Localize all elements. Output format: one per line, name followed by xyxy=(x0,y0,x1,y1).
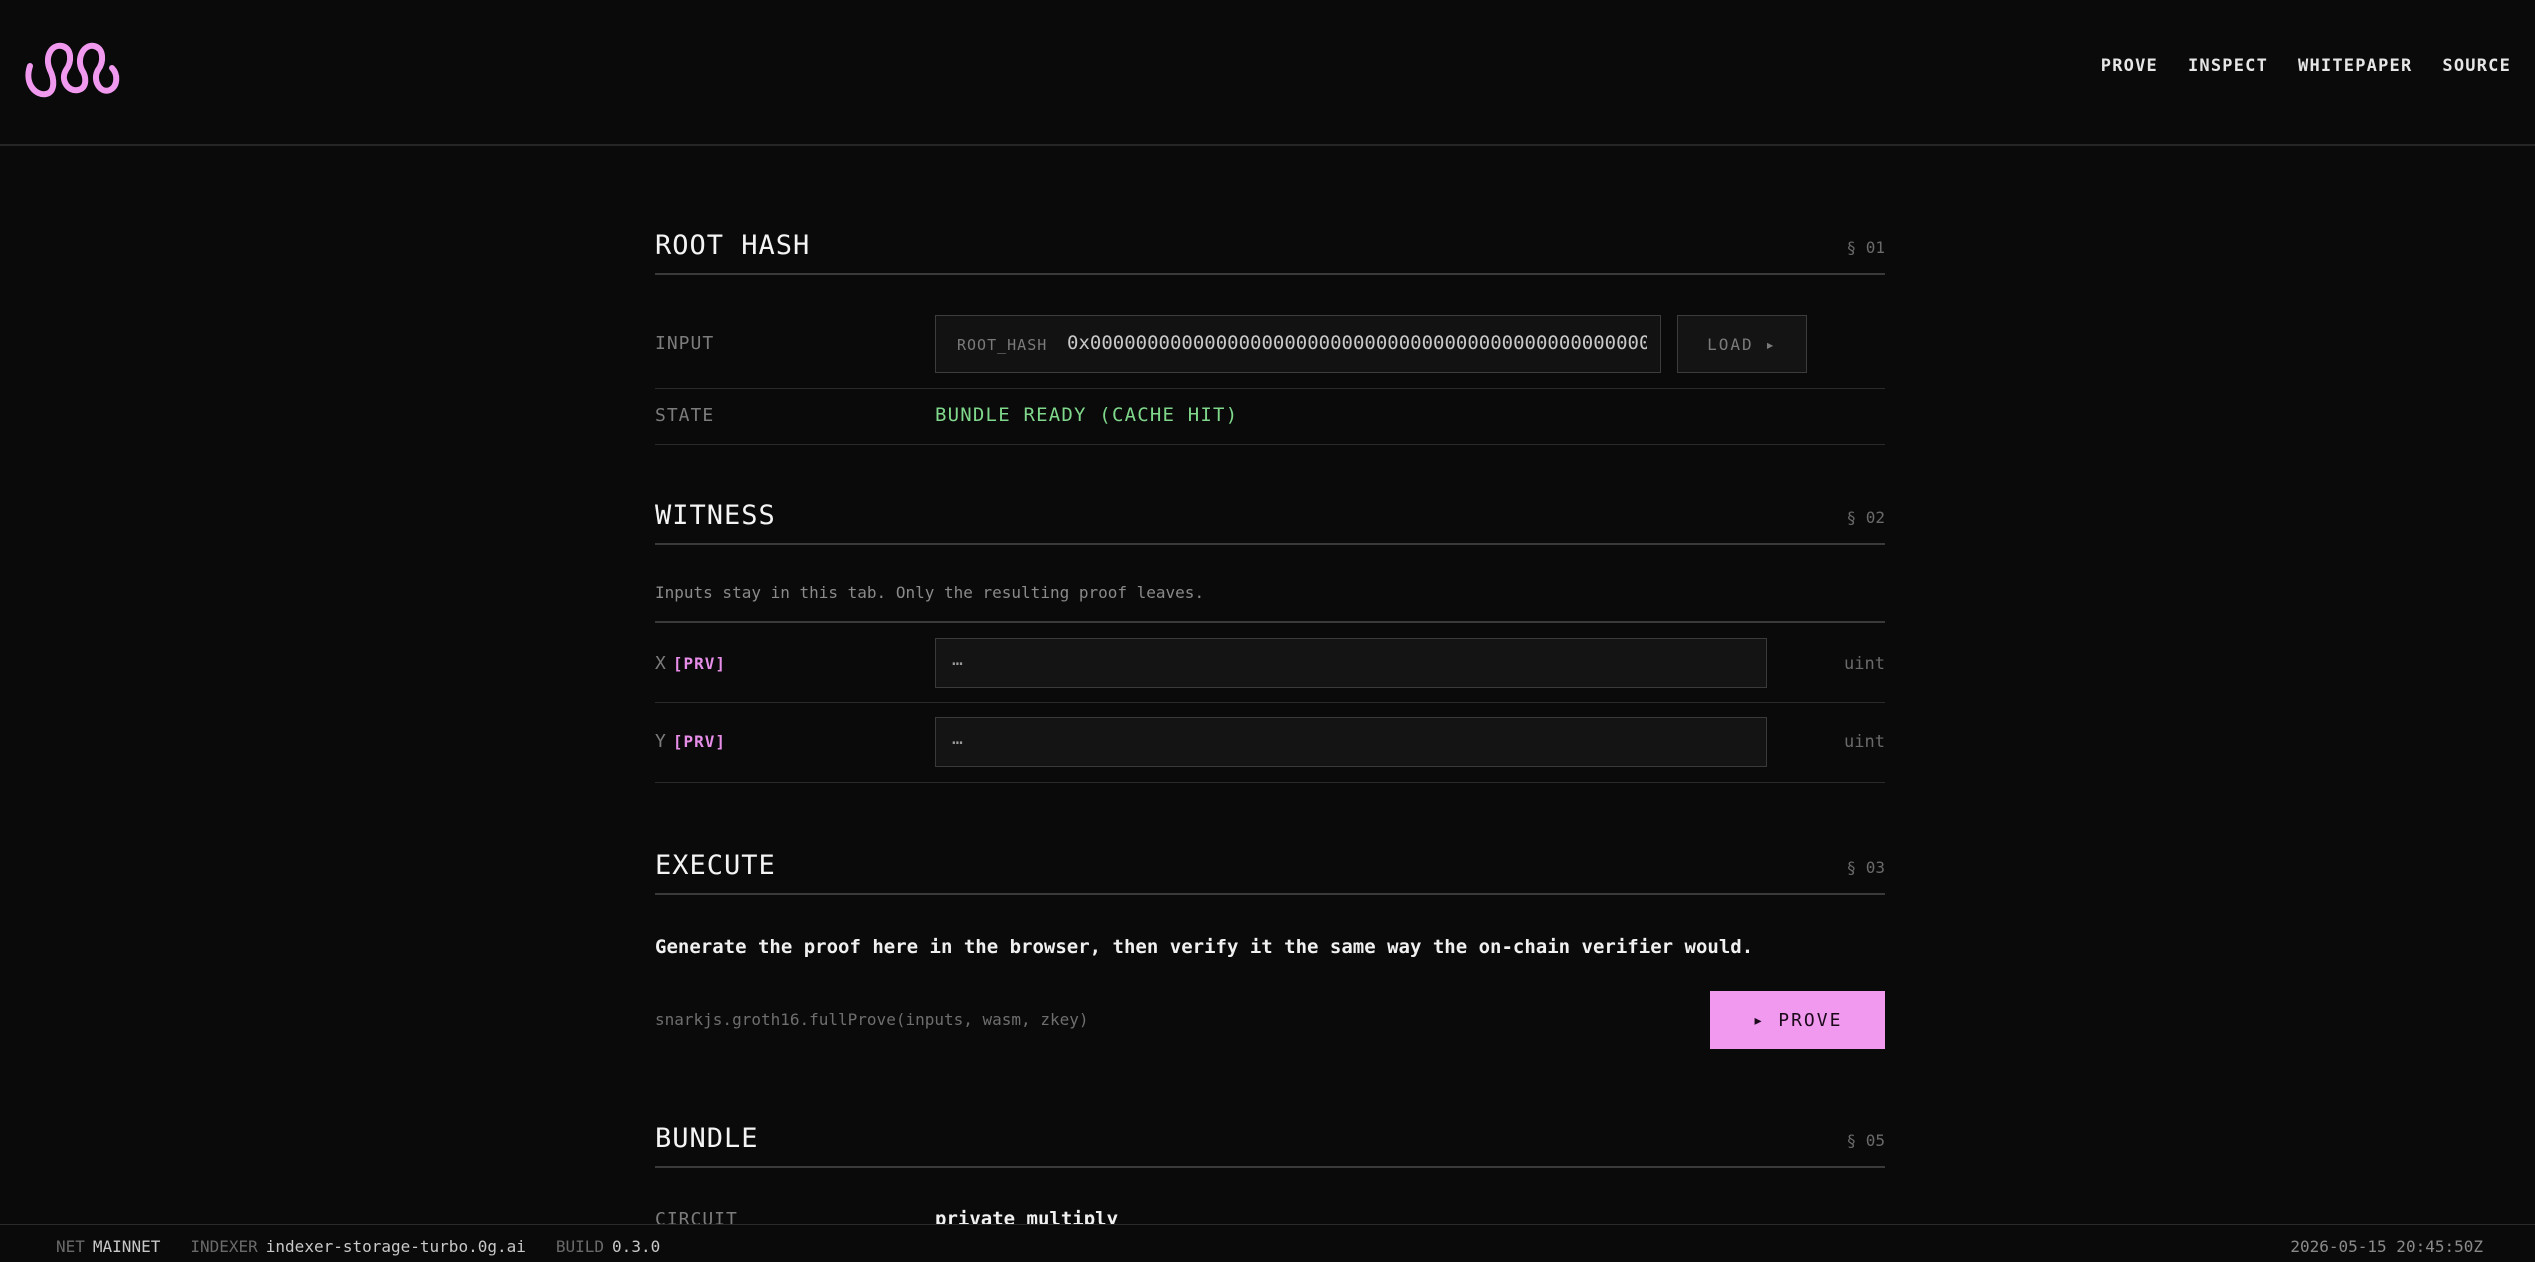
witness-row-y: Y [PRV] … uint xyxy=(655,703,1885,783)
footer-timestamp: 2026-05-15 20:45:50Z xyxy=(2290,1237,2483,1256)
main-content: ROOT HASH § 01 INPUT ROOT_HASH 0x0000000… xyxy=(655,146,1885,1224)
state-value: BUNDLE READY (CACHE HIT) xyxy=(935,404,1239,426)
witness-input-y[interactable]: … xyxy=(935,717,1767,767)
witness-input-x[interactable]: … xyxy=(935,638,1767,688)
nav-prove[interactable]: PROVE xyxy=(2101,56,2158,76)
unit-label: uint xyxy=(1844,732,1885,752)
private-tag: [PRV] xyxy=(672,654,727,673)
witness-note-row: Inputs stay in this tab. Only the result… xyxy=(655,547,1885,623)
section-execute-header: EXECUTE § 03 xyxy=(655,850,1885,895)
nav-source[interactable]: SOURCE xyxy=(2442,56,2511,76)
witness-label-y: Y [PRV] xyxy=(655,731,727,752)
footer-build: BUILD 0.3.0 xyxy=(555,1237,661,1256)
unit-label: uint xyxy=(1844,654,1885,674)
input-placeholder: … xyxy=(952,728,963,749)
execute-description: Generate the proof here in the browser, … xyxy=(655,936,1754,958)
section-title: EXECUTE xyxy=(655,850,776,881)
witness-note: Inputs stay in this tab. Only the result… xyxy=(655,583,1205,602)
input-label: INPUT xyxy=(655,333,715,354)
execute-code: snarkjs.groth16.fullProve(inputs, wasm, … xyxy=(655,1010,1089,1029)
section-root-hash-header: ROOT HASH § 01 xyxy=(655,230,1885,275)
nav-whitepaper[interactable]: WHITEPAPER xyxy=(2298,56,2412,76)
input-placeholder: … xyxy=(952,649,963,670)
witness-label-x: X [PRV] xyxy=(655,653,727,674)
load-button[interactable]: LOAD ▸ xyxy=(1677,315,1807,373)
status-footer: NET MAINNET INDEXER indexer-storage-turbo.… xyxy=(0,1224,2535,1262)
root-hash-prefix: ROOT_HASH xyxy=(957,336,1048,354)
section-witness-header: WITNESS § 02 xyxy=(655,500,1885,545)
circuit-value: private_multiply xyxy=(935,1208,1119,1224)
section-number: § 01 xyxy=(1846,238,1885,257)
section-number: § 02 xyxy=(1846,508,1885,527)
witness-row-x: X [PRV] … uint xyxy=(655,623,1885,703)
section-title: ROOT HASH xyxy=(655,230,811,261)
section-number: § 05 xyxy=(1846,1131,1885,1150)
circuit-label: CIRCUIT xyxy=(655,1209,738,1224)
state-label: STATE xyxy=(655,405,715,426)
section-bundle-header: BUNDLE § 05 xyxy=(655,1123,1885,1168)
root-hash-value[interactable]: 0x00000000000000000000000000000000000000… xyxy=(1067,332,1647,354)
private-tag: [PRV] xyxy=(672,732,727,751)
footer-net: NET MAINNET xyxy=(56,1237,161,1256)
prove-button[interactable]: ▸ PROVE xyxy=(1710,991,1885,1049)
section-number: § 03 xyxy=(1846,858,1885,877)
section-title: BUNDLE xyxy=(655,1123,759,1154)
section-title: WITNESS xyxy=(655,500,776,531)
root-hash-state-row: STATE BUNDLE READY (CACHE HIT) xyxy=(655,389,1885,445)
nav-inspect[interactable]: INSPECT xyxy=(2188,56,2268,76)
root-hash-field[interactable]: ROOT_HASH 0x0000000000000000000000000000… xyxy=(935,315,1661,373)
footer-indexer: INDEXER indexer-storage-turbo.0g.ai xyxy=(190,1237,526,1256)
top-nav: PROVE INSPECT WHITEPAPER SOURCE xyxy=(2101,56,2511,76)
logo-icon[interactable] xyxy=(24,40,120,98)
top-bar: PROVE INSPECT WHITEPAPER SOURCE xyxy=(0,0,2535,146)
